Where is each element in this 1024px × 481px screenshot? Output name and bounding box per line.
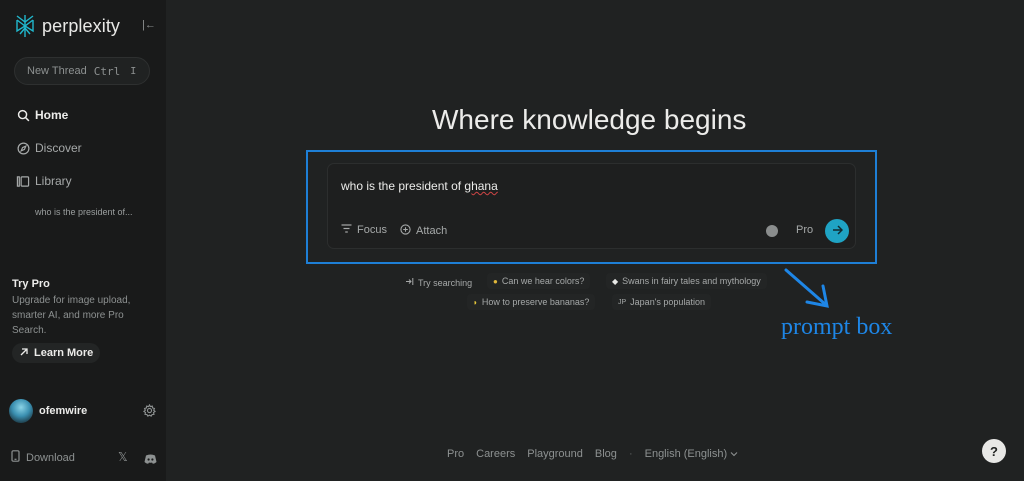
- brand[interactable]: perplexity: [14, 14, 120, 38]
- prompt-text-main: who is the president of: [341, 179, 465, 193]
- focus-label: Focus: [357, 224, 387, 236]
- search-icon: [16, 108, 30, 122]
- sidebar-item-label: Discover: [35, 141, 82, 155]
- emoji-icon: ●: [493, 276, 498, 286]
- pro-label: Pro: [796, 224, 814, 236]
- new-thread-label: New Thread: [27, 65, 87, 77]
- prompt-box[interactable]: who is the president of ghana Focus Atta…: [327, 163, 856, 249]
- new-thread-button[interactable]: New Thread Ctrl I: [14, 57, 150, 85]
- shortcut-key: Ctrl: [93, 64, 121, 78]
- plus-circle-icon: [400, 224, 411, 238]
- footer-link-pro[interactable]: Pro: [447, 448, 464, 460]
- learn-more-button[interactable]: Learn More: [12, 343, 101, 363]
- footer-separator: ·: [628, 448, 633, 460]
- footer-link-playground[interactable]: Playground: [527, 448, 583, 460]
- sidebar-item-discover[interactable]: Discover: [16, 141, 82, 155]
- filter-icon: [341, 224, 352, 236]
- prompt-text-misspelled: ghana: [464, 179, 498, 193]
- perplexity-logo-icon: [14, 14, 36, 38]
- suggestion-label: Swans in fairy tales and mythology: [622, 276, 761, 286]
- banana-icon: ◗: [473, 297, 478, 307]
- suggestion-chip[interactable]: ◗ How to preserve bananas?: [467, 294, 596, 310]
- learn-more-label: Learn More: [34, 347, 94, 359]
- sidebar: perplexity |← New Thread Ctrl I Home Dis…: [0, 0, 166, 481]
- try-pro-description: Upgrade for image upload, smarter AI, an…: [12, 295, 131, 336]
- swan-icon: ◆: [612, 276, 619, 286]
- language-selector[interactable]: English (English): [645, 448, 739, 460]
- sidebar-item-label: Library: [35, 174, 72, 188]
- arrow-in-icon: [405, 277, 414, 288]
- suggestion-chip[interactable]: JP Japan's population: [612, 294, 711, 310]
- compass-icon: [16, 141, 30, 155]
- thread-list-item[interactable]: who is the president of...: [35, 207, 133, 217]
- suggestion-label: Japan's population: [630, 297, 705, 307]
- x-twitter-icon[interactable]: 𝕏: [118, 450, 128, 464]
- username: ofemwire: [39, 405, 88, 417]
- chevron-down-icon: [730, 448, 738, 460]
- page-title: Where knowledge begins: [432, 104, 747, 135]
- user-profile[interactable]: ofemwire: [9, 399, 87, 423]
- language-label: English (English): [644, 448, 728, 460]
- suggestion-chip[interactable]: ● Can we hear colors?: [487, 273, 591, 289]
- submit-button[interactable]: [825, 219, 849, 243]
- gear-icon[interactable]: [143, 403, 156, 422]
- arrow-right-icon: [832, 222, 843, 240]
- try-pro-title: Try Pro: [12, 278, 50, 290]
- attach-label: Attach: [416, 225, 448, 237]
- brand-name: perplexity: [42, 15, 121, 36]
- footer-links: Pro Careers Playground Blog · English (E…: [447, 448, 738, 460]
- attach-button[interactable]: Attach: [400, 224, 447, 238]
- suggestion-chip[interactable]: ◆ Swans in fairy tales and mythology: [606, 273, 767, 289]
- try-searching-text: Try searching: [418, 277, 473, 288]
- sidebar-item-label: Home: [35, 108, 69, 122]
- shortcut-extra: I: [130, 65, 137, 77]
- discord-icon[interactable]: [144, 451, 157, 469]
- avatar: [9, 399, 33, 423]
- help-button[interactable]: ?: [982, 439, 1006, 463]
- collapse-sidebar-icon[interactable]: |←: [142, 18, 156, 32]
- prompt-input[interactable]: who is the president of ghana: [341, 179, 498, 193]
- sidebar-item-home[interactable]: Home: [16, 108, 68, 122]
- jp-flag-icon: JP: [618, 298, 627, 306]
- footer-link-blog[interactable]: Blog: [595, 448, 617, 460]
- annotation-arrow-icon: [781, 266, 837, 317]
- library-icon: [16, 174, 30, 188]
- suggestion-label: Can we hear colors?: [501, 276, 585, 286]
- pro-toggle[interactable]: [766, 225, 778, 237]
- focus-button[interactable]: Focus: [341, 224, 387, 236]
- arrow-up-right-icon: [19, 347, 29, 360]
- suggestion-label: How to preserve bananas?: [481, 297, 590, 307]
- annotation-label: prompt box: [781, 314, 893, 340]
- footer-link-careers[interactable]: Careers: [476, 448, 515, 460]
- download-button[interactable]: Download: [11, 450, 75, 465]
- try-pro-card: Try Pro Upgrade for image upload, smarte…: [12, 278, 158, 338]
- phone-icon: [11, 450, 20, 465]
- try-searching-label: Try searching: [405, 277, 472, 288]
- sidebar-item-library[interactable]: Library: [16, 174, 72, 188]
- download-label: Download: [26, 451, 75, 464]
